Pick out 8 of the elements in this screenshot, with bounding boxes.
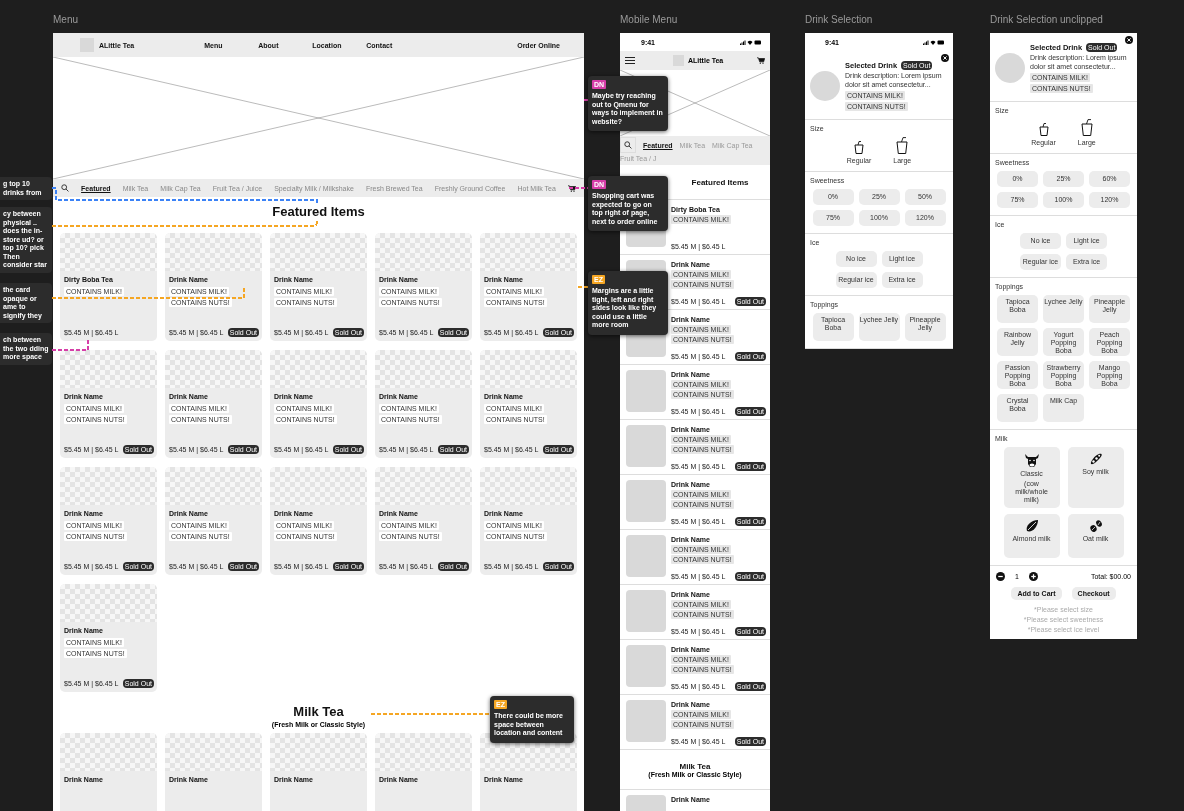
section-heading: Featured Items	[691, 177, 749, 187]
frame-label: Mobile Menu	[620, 13, 679, 27]
section-heading: Milk Tea	[293, 704, 344, 720]
frame-label: Drink Selection unclipped	[990, 13, 1104, 27]
frame-label: Menu	[53, 13, 79, 27]
frame-label: Drink Selection	[805, 13, 874, 27]
section-heading: Milk Tea	[679, 761, 711, 771]
section-heading: Featured Items	[272, 204, 365, 220]
